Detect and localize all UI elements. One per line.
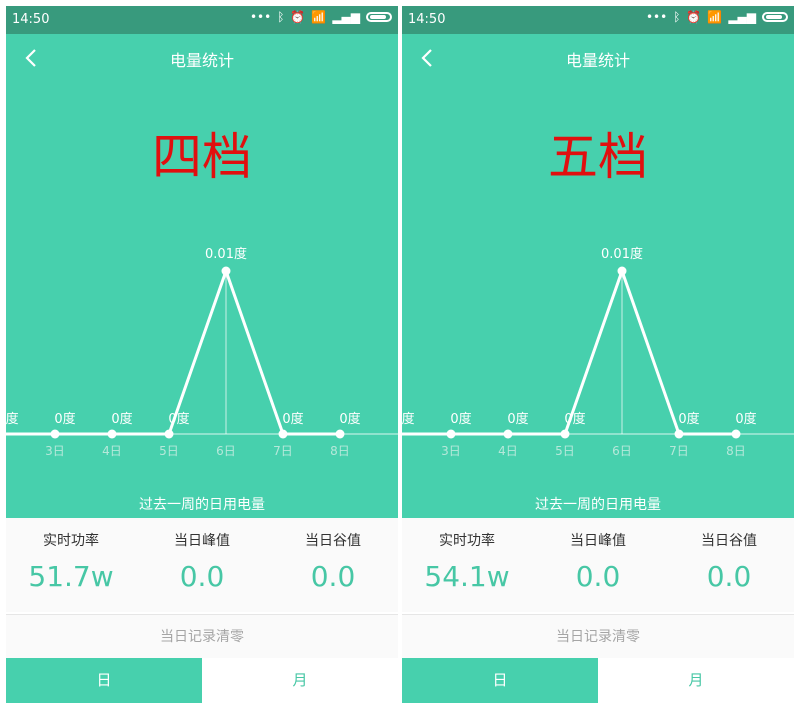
x-tick-label: 7日 bbox=[273, 444, 293, 458]
phone-screen-left: 14:50 ••• ᛒ ⏰ 📶 ▂▄▆ 电量统计 四档 0度 2日 0度 3日 0度 4日… bbox=[6, 6, 398, 703]
wifi-icon: 📶 bbox=[311, 10, 327, 24]
tab-day[interactable]: 日 bbox=[402, 658, 598, 703]
x-tick-label: 6日 bbox=[216, 444, 236, 458]
status-bar: 14:50 ••• ᛒ ⏰ 📶 ▂▄▆ bbox=[402, 6, 794, 34]
alarm-icon: ⏰ bbox=[686, 10, 702, 24]
title-bar: 电量统计 bbox=[402, 34, 794, 82]
signal-icon: ▂▄▆ bbox=[728, 10, 756, 24]
gear-level-label: 四档 bbox=[152, 128, 252, 186]
battery-icon bbox=[762, 12, 788, 22]
data-point bbox=[335, 429, 345, 439]
more-dots-icon: ••• bbox=[645, 10, 668, 24]
data-point bbox=[674, 429, 684, 439]
data-label: 0度 bbox=[111, 411, 132, 427]
data-point bbox=[164, 429, 174, 439]
stat-value: 51.7w bbox=[28, 560, 114, 593]
status-icons: ••• ᛒ ⏰ 📶 ▂▄▆ bbox=[646, 10, 788, 24]
status-icons: ••• ᛒ ⏰ 📶 ▂▄▆ bbox=[250, 10, 392, 24]
tab-month[interactable]: 月 bbox=[202, 658, 398, 703]
x-tick-label: 2日 bbox=[6, 444, 8, 458]
x-tick-label: 5日 bbox=[555, 444, 575, 458]
clear-today-button[interactable]: 当日记录清零 bbox=[402, 614, 794, 659]
data-label: 0度 bbox=[339, 411, 360, 427]
usage-series-line bbox=[6, 269, 340, 436]
stats-row: 实时功率 54.1w 当日峰值 0.0 当日谷值 0.0 bbox=[402, 518, 794, 612]
period-tabs: 日 月 bbox=[6, 658, 398, 703]
stat-value: 0.0 bbox=[575, 560, 621, 593]
stat-label: 当日峰值 bbox=[174, 533, 230, 549]
bluetooth-icon: ᛒ bbox=[277, 10, 285, 24]
stats-row: 实时功率 51.7w 当日峰值 0.0 当日谷值 0.0 bbox=[6, 518, 398, 612]
x-tick-label: 8日 bbox=[726, 444, 746, 458]
data-label: 0度 bbox=[507, 411, 528, 427]
data-label: 0度 bbox=[282, 411, 303, 427]
phone-screen-right: 14:50 ••• ᛒ ⏰ 📶 ▂▄▆ 电量统计 五档 0度 2日 0度 3日 0度 4日… bbox=[402, 6, 794, 703]
status-bar: 14:50 ••• ᛒ ⏰ 📶 ▂▄▆ bbox=[6, 6, 398, 34]
data-label: 0.01度 bbox=[205, 246, 247, 262]
data-point bbox=[503, 429, 513, 439]
signal-icon: ▂▄▆ bbox=[332, 10, 360, 24]
page-title: 电量统计 bbox=[169, 51, 234, 70]
gear-level-label: 五档 bbox=[548, 128, 648, 186]
bluetooth-icon: ᛒ bbox=[673, 10, 681, 24]
data-label: 0度 bbox=[402, 411, 415, 427]
data-label: 0度 bbox=[564, 411, 585, 427]
x-tick-label: 5日 bbox=[159, 444, 179, 458]
alarm-icon: ⏰ bbox=[290, 10, 306, 24]
data-point bbox=[50, 429, 60, 439]
tab-month[interactable]: 月 bbox=[598, 658, 794, 703]
data-point bbox=[617, 266, 627, 276]
wifi-icon: 📶 bbox=[707, 10, 723, 24]
chart-area: 电量统计 四档 0度2日0度3日0度4日0度5日0.01度6日0度7日0度8日 … bbox=[6, 34, 398, 518]
usage-line-chart: 0度 2日 0度 3日 0度 4日 0度 5日 0.01度 6日 0度 7日 0度 8日 bbox=[402, 246, 794, 458]
x-tick-label: 8日 bbox=[330, 444, 350, 458]
stat-label: 当日谷值 bbox=[305, 533, 361, 549]
data-label: 0度 bbox=[678, 411, 699, 427]
data-label: 0度 bbox=[450, 411, 471, 427]
stat-value: 54.1w bbox=[424, 560, 510, 593]
more-dots-icon: ••• bbox=[249, 10, 272, 24]
stat-value: 0.0 bbox=[706, 560, 752, 593]
data-label: 0度 bbox=[168, 411, 189, 427]
chart-caption: 过去一周的日用电量 bbox=[535, 497, 661, 513]
data-label: 0度 bbox=[54, 411, 75, 427]
stat-label: 当日谷值 bbox=[701, 533, 757, 549]
data-point bbox=[731, 429, 741, 439]
status-time: 14:50 bbox=[408, 12, 446, 27]
chart-caption: 过去一周的日用电量 bbox=[139, 497, 265, 513]
title-bar: 电量统计 bbox=[6, 34, 398, 82]
x-tick-label: 2日 bbox=[402, 444, 404, 458]
x-tick-label: 3日 bbox=[441, 444, 461, 458]
stat-label: 实时功率 bbox=[439, 533, 495, 549]
data-label: 0度 bbox=[735, 411, 756, 427]
status-time: 14:50 bbox=[12, 12, 50, 27]
stat-label: 实时功率 bbox=[43, 533, 99, 549]
usage-line-chart: 0度 2日 0度 3日 0度 4日 0度 5日 0.01度 6日 0度 7日 0度 8日 bbox=[6, 246, 398, 458]
x-tick-label: 6日 bbox=[612, 444, 632, 458]
data-point bbox=[560, 429, 570, 439]
x-tick-label: 7日 bbox=[669, 444, 689, 458]
stat-value: 0.0 bbox=[179, 560, 225, 593]
x-tick-label: 4日 bbox=[498, 444, 518, 458]
page-title: 电量统计 bbox=[565, 51, 630, 70]
stat-value: 0.0 bbox=[310, 560, 356, 593]
x-tick-label: 4日 bbox=[102, 444, 122, 458]
data-label: 0度 bbox=[6, 411, 19, 427]
chart-area: 电量统计 五档 0度2日0度3日0度4日0度5日0.01度6日0度7日0度8日 … bbox=[402, 34, 794, 518]
data-label: 0.01度 bbox=[601, 246, 643, 262]
data-point bbox=[107, 429, 117, 439]
clear-today-button[interactable]: 当日记录清零 bbox=[6, 614, 398, 659]
x-tick-label: 3日 bbox=[45, 444, 65, 458]
data-point bbox=[446, 429, 456, 439]
tab-day[interactable]: 日 bbox=[6, 658, 202, 703]
usage-series-line bbox=[402, 269, 736, 436]
data-point bbox=[278, 429, 288, 439]
stat-label: 当日峰值 bbox=[570, 533, 626, 549]
data-point bbox=[221, 266, 231, 276]
period-tabs: 日 月 bbox=[402, 658, 794, 703]
battery-icon bbox=[366, 12, 392, 22]
